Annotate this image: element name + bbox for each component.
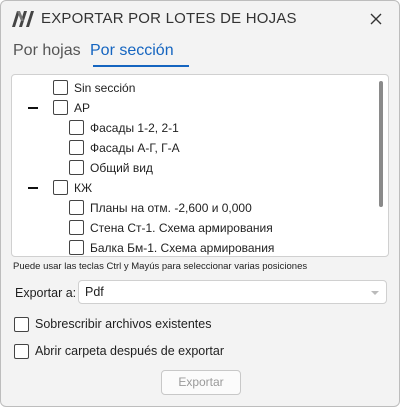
tree-row-ar[interactable]: АР: [12, 98, 372, 118]
tree-row-label: Общий вид: [90, 161, 153, 175]
tree-checkbox[interactable]: [69, 220, 84, 235]
export-format-label: Exportar a:: [15, 286, 77, 300]
tree-row-label: Стена Ст-1. Схема армирования: [90, 221, 273, 235]
section-tree[interactable]: Sin sección АР Фасады 1-2, 2-1 Фасады А-…: [11, 74, 389, 257]
tree-row-label: Планы на отм. -2,600 и 0,000: [90, 201, 252, 215]
title-bar: EXPORTAR POR LOTES DE HOJAS: [1, 1, 399, 37]
tree-checkbox[interactable]: [53, 180, 68, 195]
tree-checkbox[interactable]: [69, 140, 84, 155]
tree-row-label: Фасады 1-2, 2-1: [90, 121, 179, 135]
tree-row-balka[interactable]: Балка Бм-1. Схема армирования: [12, 238, 372, 256]
tab-por-hojas[interactable]: Por hojas: [13, 42, 81, 60]
overwrite-label: Sobrescribir archivos existentes: [35, 317, 212, 331]
export-button[interactable]: Exportar: [161, 370, 241, 395]
tree-row-obshchiy-vid[interactable]: Общий вид: [12, 158, 372, 178]
tree-checkbox[interactable]: [53, 100, 68, 115]
tree-checkbox[interactable]: [69, 120, 84, 135]
collapse-icon[interactable]: [28, 187, 38, 189]
tree-row-label: Sin sección: [74, 81, 136, 95]
tab-por-seccion[interactable]: Por sección: [90, 42, 174, 60]
tree-row-label: АР: [74, 101, 91, 115]
tree-row-label: Балка Бм-1. Схема армирования: [90, 241, 275, 255]
active-tab-indicator: [93, 65, 189, 67]
selection-hint: Puede usar las teclas Ctrl y Mayús para …: [13, 261, 308, 272]
tree-row-fasady-2[interactable]: Фасады А-Г, Г-А: [12, 138, 372, 158]
open-folder-checkbox[interactable]: [14, 344, 29, 359]
overwrite-checkbox[interactable]: [14, 317, 29, 332]
tree-scrollbar[interactable]: [379, 81, 383, 207]
tree-row-label: Фасады А-Г, Г-А: [90, 141, 180, 155]
open-folder-label: Abrir carpeta después de exportar: [35, 344, 224, 358]
tree-checkbox[interactable]: [69, 160, 84, 175]
tab-bar: Por hojas Por sección: [11, 42, 391, 68]
close-button[interactable]: [361, 5, 391, 33]
tree-checkbox[interactable]: [69, 200, 84, 215]
tree-row-stena[interactable]: Стена Ст-1. Схема армирования: [12, 218, 372, 238]
open-folder-option[interactable]: Abrir carpeta después de exportar: [14, 343, 244, 361]
export-format-value: Pdf: [85, 285, 104, 299]
overwrite-option[interactable]: Sobrescribir archivos existentes: [14, 316, 234, 334]
collapse-icon[interactable]: [28, 107, 38, 109]
tree-row-kzh[interactable]: КЖ: [12, 178, 372, 198]
tree-checkbox[interactable]: [69, 240, 84, 255]
close-icon: [370, 13, 382, 25]
tree-row-label: КЖ: [74, 181, 93, 195]
tree-row-plany[interactable]: Планы на отм. -2,600 и 0,000: [12, 198, 372, 218]
export-dialog: EXPORTAR POR LOTES DE HOJAS Por hojas Po…: [0, 0, 400, 407]
tree-row-sin-seccion[interactable]: Sin sección: [12, 78, 372, 98]
tree-row-fasady-1[interactable]: Фасады 1-2, 2-1: [12, 118, 372, 138]
export-format-select[interactable]: Pdf: [78, 280, 387, 304]
dialog-title: EXPORTAR POR LOTES DE HOJAS: [41, 10, 297, 27]
chevron-down-icon: [371, 291, 379, 295]
app-logo-icon: [12, 11, 34, 27]
tree-checkbox[interactable]: [53, 80, 68, 95]
